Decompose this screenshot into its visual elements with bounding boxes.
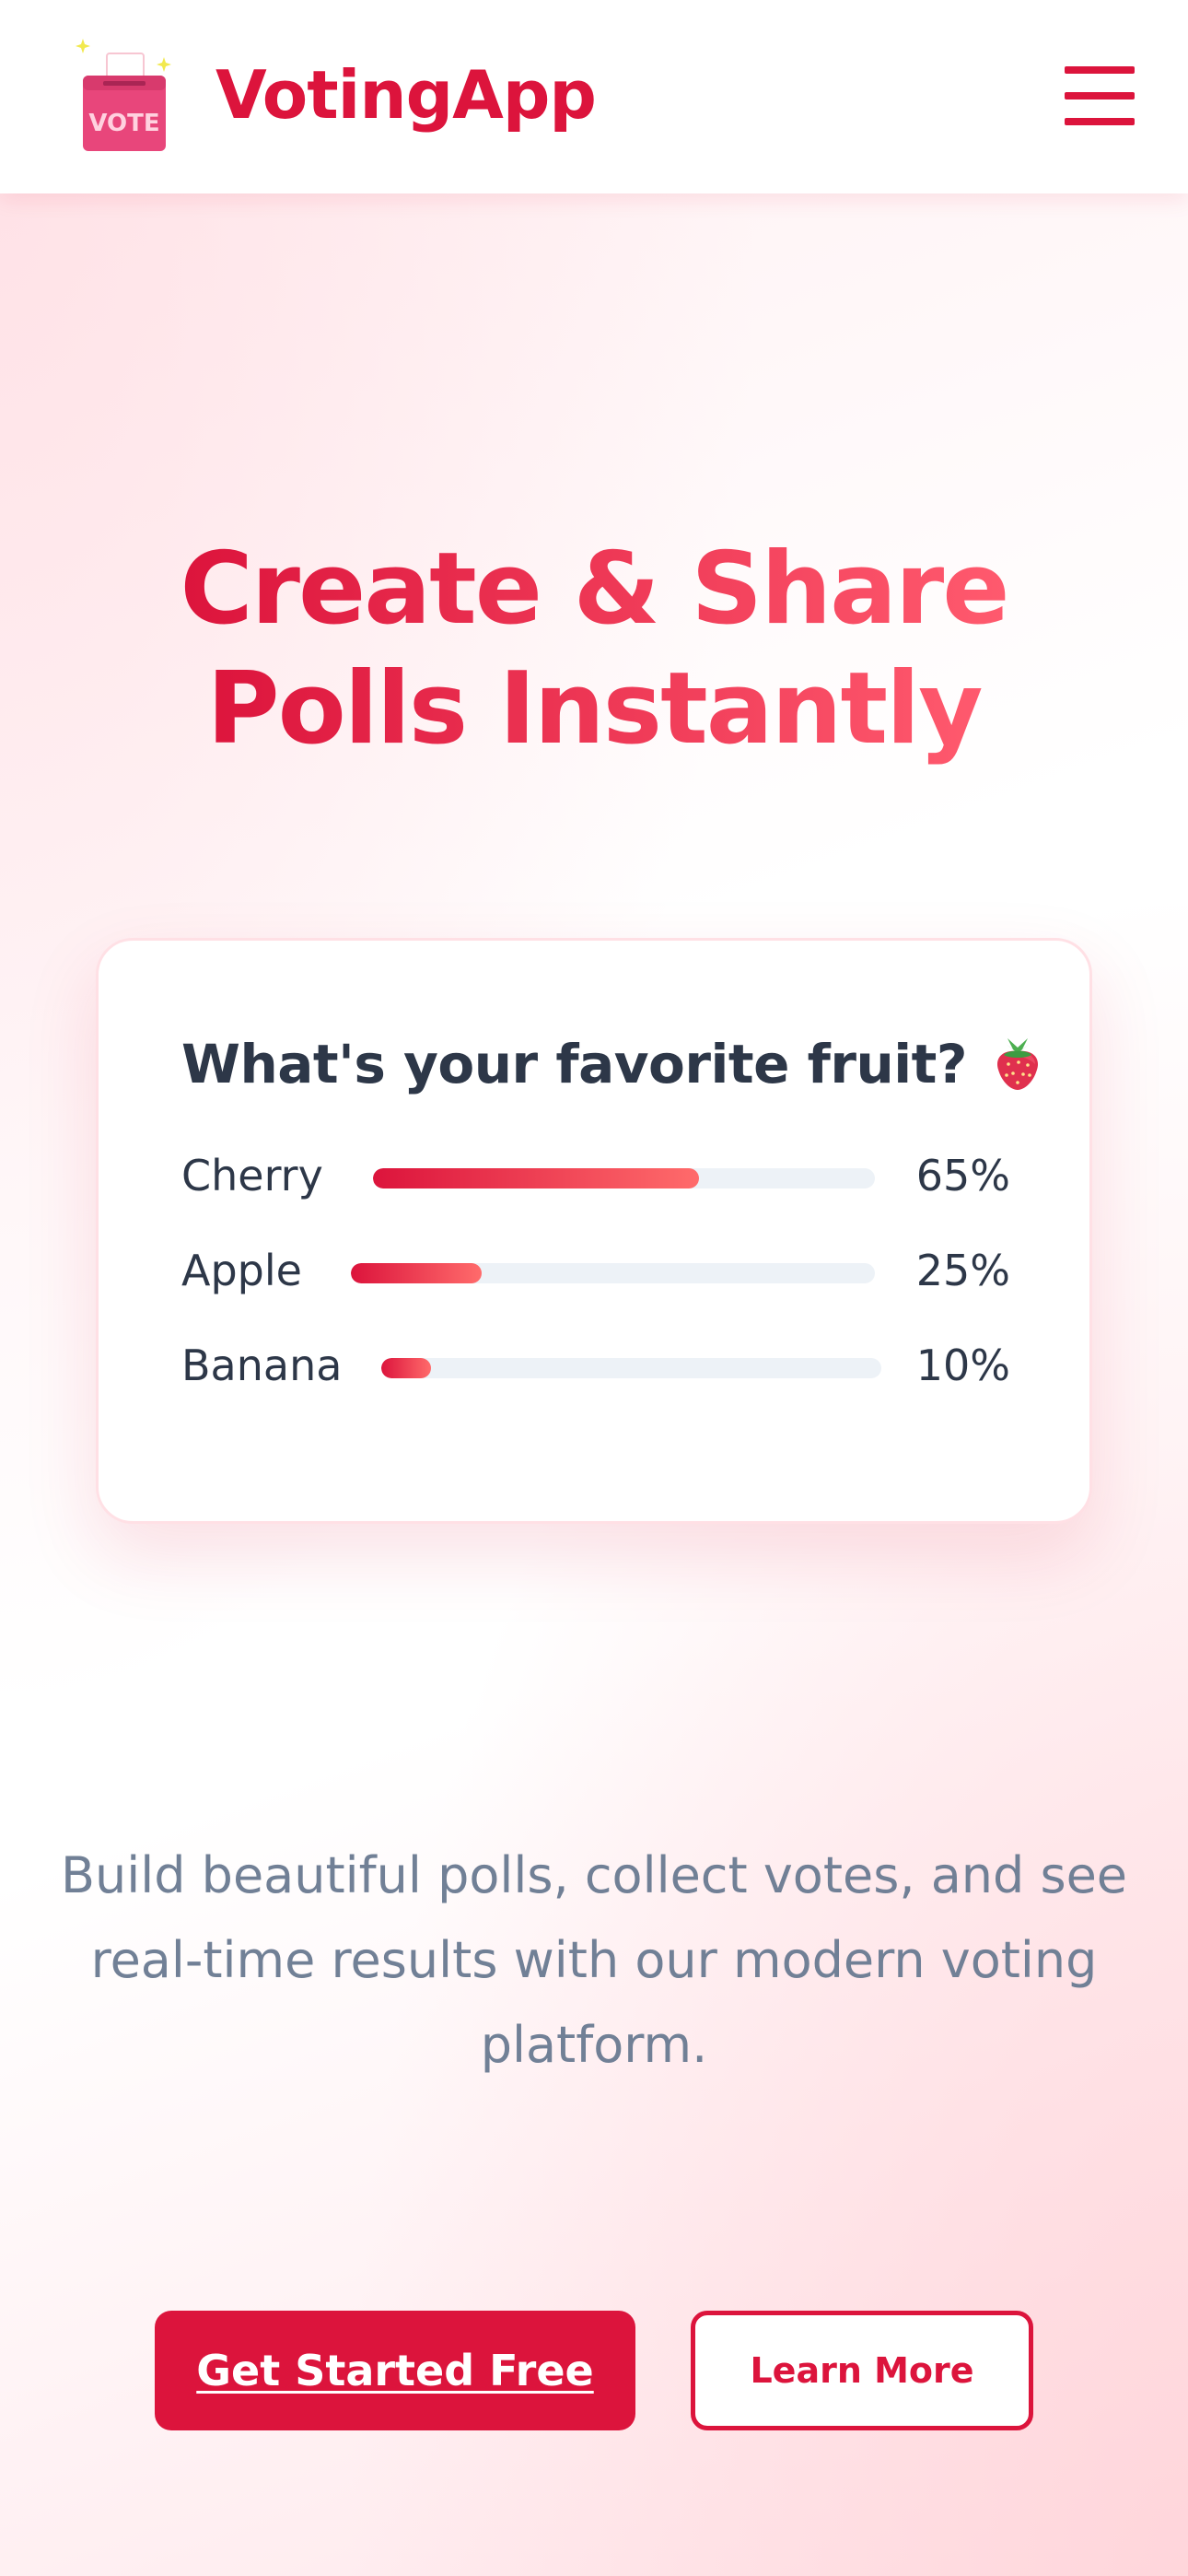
menu-line <box>1065 66 1135 74</box>
hero-title-line-2: Polls Instantly <box>203 650 985 769</box>
strawberry-icon <box>996 1038 1039 1090</box>
brand[interactable]: VOTE VotingApp <box>76 35 597 155</box>
menu-line <box>1065 92 1135 100</box>
poll-option-fill <box>373 1168 700 1188</box>
poll-option-label: Cherry <box>181 1151 323 1200</box>
learn-more-button[interactable]: Learn More <box>691 2311 1033 2430</box>
poll-question-text: What's your favorite fruit? <box>181 1033 968 1095</box>
app-header: VOTE VotingApp <box>0 0 1188 193</box>
poll-option-fill <box>351 1263 483 1283</box>
poll-option-cherry: Cherry 65% <box>181 1148 1010 1203</box>
poll-option-track <box>381 1358 881 1378</box>
hero-description: Build beautiful polls, collect votes, an… <box>60 1846 1128 2074</box>
hero-section: Create & Share Polls Instantly What's yo… <box>0 193 1188 2576</box>
menu-line <box>1065 118 1135 125</box>
get-started-button[interactable]: Get Started Free <box>155 2311 635 2430</box>
hamburger-menu-icon[interactable] <box>1065 64 1135 127</box>
poll-option-percent: 25% <box>915 1246 1010 1295</box>
poll-option-fill <box>381 1358 432 1378</box>
poll-option-banana: Banana 10% <box>181 1338 1010 1393</box>
brand-name: VotingApp <box>215 56 597 134</box>
svg-text:VOTE: VOTE <box>88 110 159 137</box>
poll-option-percent: 65% <box>915 1151 1010 1200</box>
poll-option-percent: 10% <box>915 1341 1010 1390</box>
poll-option-label: Apple <box>181 1246 302 1295</box>
ballot-box-icon: VOTE <box>76 39 171 151</box>
hero-title-line-1: Create & Share <box>180 530 1010 650</box>
poll-preview-card: What's your favorite fruit? Cherry 65% A… <box>96 938 1092 1524</box>
poll-option-label: Banana <box>181 1341 343 1390</box>
hero-title: Create & Share Polls Instantly <box>0 530 1188 769</box>
poll-option-apple: Apple 25% <box>181 1243 1010 1298</box>
poll-question: What's your favorite fruit? <box>181 1033 1041 1095</box>
poll-option-track <box>373 1168 875 1188</box>
poll-option-track <box>351 1263 875 1283</box>
